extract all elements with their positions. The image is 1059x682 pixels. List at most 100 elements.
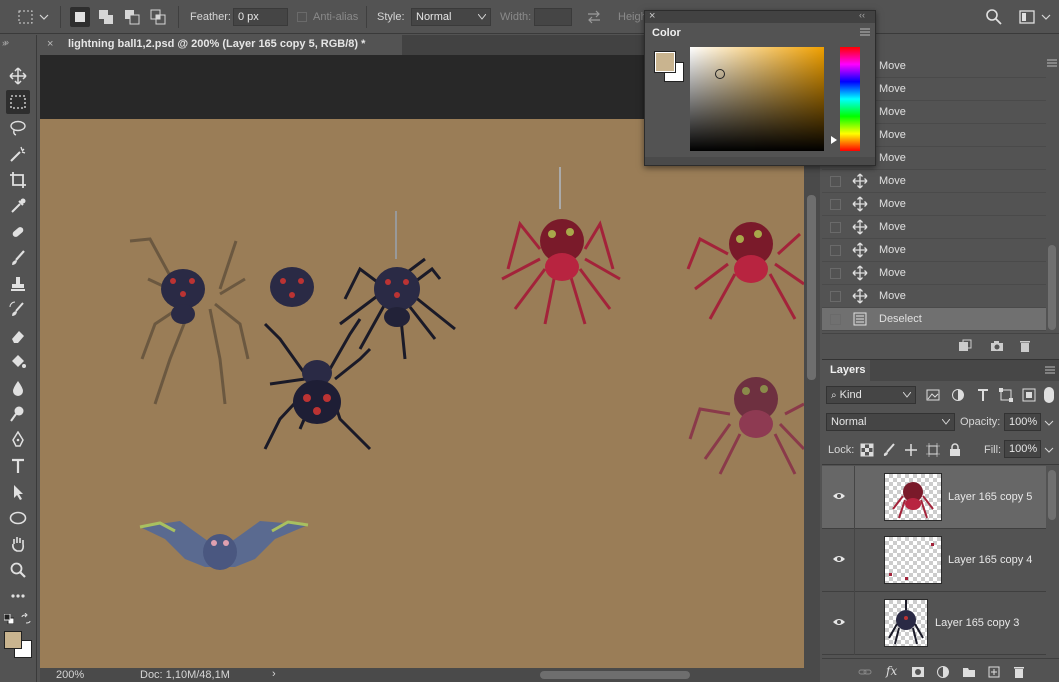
layer-name[interactable]: Layer 165 copy 3 (935, 617, 1019, 629)
history-scroll-thumb[interactable] (1048, 245, 1056, 330)
type-filter-icon[interactable] (976, 388, 990, 402)
blend-mode-select[interactable]: Normal (826, 413, 955, 431)
new-document-from-state-icon[interactable] (958, 339, 972, 353)
history-snapshot-checkbox[interactable] (830, 314, 841, 325)
magic-wand-icon[interactable] (6, 142, 30, 166)
layer-row[interactable]: Layer 165 copy 5 (822, 466, 1046, 529)
zoom-level[interactable]: 200% (56, 669, 84, 681)
chevron-down-icon[interactable] (1042, 443, 1056, 457)
close-icon[interactable]: × (649, 10, 655, 22)
camera-icon[interactable] (990, 339, 1004, 353)
hue-slider-handle[interactable] (831, 136, 837, 144)
history-snapshot-checkbox[interactable] (830, 176, 841, 187)
history-item[interactable]: Move (822, 193, 1046, 216)
chevron-down-icon[interactable] (1040, 7, 1052, 27)
opacity-input[interactable]: 100% (1004, 413, 1041, 431)
trash-icon[interactable] (1018, 339, 1032, 353)
fill-input[interactable]: 100% (1004, 440, 1041, 458)
history-snapshot-checkbox[interactable] (830, 268, 841, 279)
hue-slider[interactable] (840, 47, 860, 151)
vertical-scroll-thumb[interactable] (807, 195, 816, 380)
folder-icon[interactable] (962, 665, 976, 679)
eye-icon[interactable] (832, 554, 846, 564)
expand-icon[interactable]: » (2, 38, 7, 48)
default-colors-icon[interactable] (3, 613, 15, 625)
adjustment-filter-icon[interactable] (951, 388, 965, 402)
foreground-color-swatch[interactable] (4, 631, 22, 649)
healing-brush-icon[interactable] (6, 220, 30, 244)
layers-scroll-thumb[interactable] (1048, 470, 1056, 520)
history-brush-icon[interactable] (6, 298, 30, 322)
width-input[interactable] (534, 8, 572, 26)
type-tool-icon[interactable] (6, 454, 30, 478)
saturation-brightness-field[interactable] (690, 47, 824, 151)
layer-row[interactable]: Layer 165 copy 3 (822, 592, 1046, 655)
lasso-tool-icon[interactable] (6, 116, 30, 140)
marquee-preset-icon[interactable] (16, 7, 36, 27)
pixel-filter-icon[interactable] (926, 388, 940, 402)
history-snapshot-checkbox[interactable] (830, 222, 841, 233)
document-tab[interactable]: × lightning ball1,2.psd @ 200% (Layer 16… (40, 35, 402, 55)
tab-layers[interactable]: Layers (822, 360, 870, 382)
brush-tool-icon[interactable] (6, 246, 30, 270)
lock-position-icon[interactable] (904, 443, 918, 457)
eyedropper-icon[interactable] (6, 194, 30, 218)
foreground-color-swatch[interactable] (654, 51, 676, 73)
new-layer-icon[interactable] (987, 665, 1001, 679)
eraser-tool-icon[interactable] (6, 324, 30, 348)
swap-colors-icon[interactable] (20, 612, 32, 625)
layer-filter-select[interactable]: ⌕ Kind (826, 386, 916, 404)
eye-icon[interactable] (832, 617, 846, 627)
search-icon[interactable] (984, 7, 1004, 27)
eye-icon[interactable] (832, 491, 846, 501)
trash-icon[interactable] (1012, 665, 1026, 679)
color-picker-cursor[interactable] (715, 69, 725, 79)
layer-mask-icon[interactable] (911, 665, 925, 679)
feather-input[interactable]: 0 px (233, 8, 288, 26)
chevron-down-icon[interactable] (1042, 416, 1056, 430)
move-tool-icon[interactable] (6, 64, 30, 88)
shape-filter-icon[interactable] (999, 388, 1013, 402)
anti-alias-checkbox[interactable] (297, 12, 307, 22)
link-layers-icon[interactable] (858, 665, 872, 679)
panel-menu-icon[interactable] (859, 28, 871, 41)
crop-tool-icon[interactable] (6, 168, 30, 192)
smart-object-filter-icon[interactable] (1022, 388, 1036, 402)
stamp-tool-icon[interactable] (6, 272, 30, 296)
history-snapshot-checkbox[interactable] (830, 199, 841, 210)
path-selection-icon[interactable] (6, 480, 30, 504)
history-item[interactable]: Move (822, 239, 1046, 262)
layer-name[interactable]: Layer 165 copy 5 (948, 491, 1032, 503)
lock-artboard-icon[interactable] (926, 443, 940, 457)
adjustment-layer-icon[interactable] (936, 665, 950, 679)
layer-name[interactable]: Layer 165 copy 4 (948, 554, 1032, 566)
add-selection-icon[interactable] (96, 7, 116, 27)
hand-tool-icon[interactable] (6, 532, 30, 556)
pen-tool-icon[interactable] (6, 428, 30, 452)
lock-brush-icon[interactable] (882, 443, 896, 457)
new-selection-icon[interactable] (70, 7, 90, 27)
swap-dimensions-icon[interactable] (584, 7, 604, 27)
history-item[interactable]: Deselect (822, 308, 1046, 331)
tab-color[interactable]: Color (645, 23, 693, 43)
panel-menu-icon[interactable] (1044, 366, 1056, 379)
ellipse-tool-icon[interactable] (6, 506, 30, 530)
history-snapshot-checkbox[interactable] (830, 291, 841, 302)
layer-row[interactable]: Layer 165 copy 4 (822, 529, 1046, 592)
lock-transparent-icon[interactable] (860, 443, 874, 457)
close-icon[interactable]: × (47, 38, 53, 50)
style-select[interactable]: Normal (411, 8, 491, 26)
history-item[interactable]: Move (822, 170, 1046, 193)
workspace-icon[interactable] (1018, 7, 1038, 27)
paint-bucket-icon[interactable] (6, 350, 30, 374)
history-item[interactable]: Move (822, 262, 1046, 285)
panel-menu-icon[interactable] (1046, 58, 1059, 68)
resize-grip[interactable] (645, 157, 875, 165)
blur-tool-icon[interactable] (6, 376, 30, 400)
chevron-right-icon[interactable]: › (272, 668, 276, 680)
more-tools-icon[interactable] (6, 584, 30, 608)
zoom-tool-icon[interactable] (6, 558, 30, 582)
document-canvas[interactable] (40, 119, 804, 668)
marquee-tool-icon[interactable] (6, 90, 30, 114)
subtract-selection-icon[interactable] (122, 7, 142, 27)
